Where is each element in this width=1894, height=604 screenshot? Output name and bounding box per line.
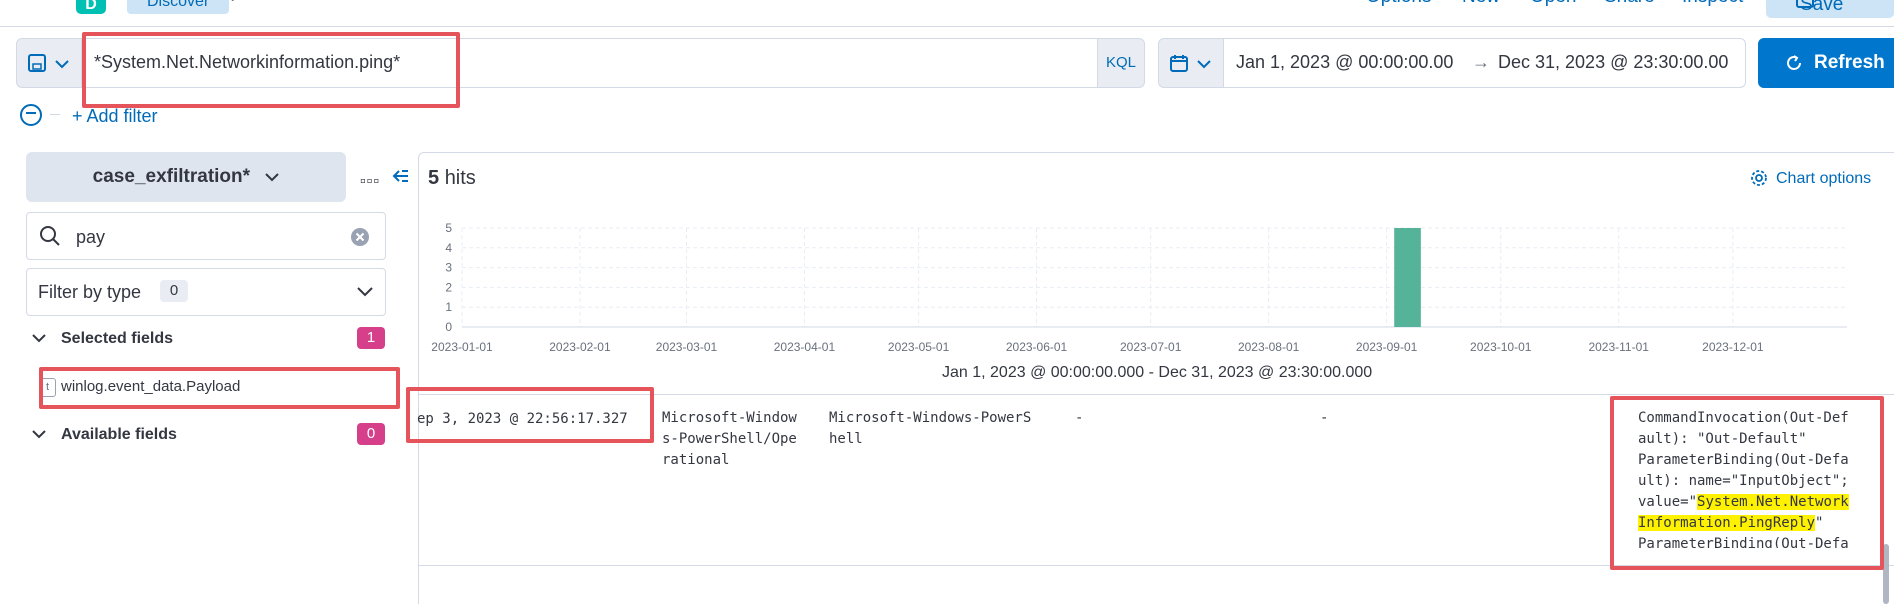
selected-fields-title[interactable]: Selected fields — [61, 330, 173, 348]
y-tick-label: 4 — [445, 241, 452, 255]
x-tick-label: 2023-02-01 — [549, 340, 611, 354]
x-tick-label: 2023-05-01 — [888, 340, 950, 354]
doc-column-provider: Microsoft-Windows-PowerS hell — [829, 408, 1031, 450]
doc-column-channel: Microsoft-Window s-PowerShell/Ope ration… — [662, 408, 797, 471]
date-quick-menu-button[interactable] — [1158, 38, 1224, 88]
y-tick-label: 5 — [445, 221, 452, 235]
save-button[interactable]: Save — [1766, 0, 1894, 18]
doc-provider-line: hell — [829, 431, 863, 447]
refresh-icon — [1787, 55, 1801, 70]
doc-channel-line: rational — [662, 452, 730, 468]
y-tick-label: 2 — [445, 280, 452, 294]
doc-channel-line: s-PowerShell/Ope — [662, 431, 797, 447]
calendar-icon — [1170, 55, 1188, 72]
selected-fields-count: 1 — [357, 327, 385, 349]
open-link[interactable]: Open — [1530, 0, 1576, 8]
add-filter-link[interactable]: + Add filter — [72, 106, 158, 127]
chart-time-range: Jan 1, 2023 @ 00:00:00.000 - Dec 31, 202… — [942, 364, 1373, 381]
chevron-down-icon[interactable] — [357, 286, 373, 298]
field-search-value[interactable]: pay — [76, 227, 105, 248]
x-tick-label: 2023-12-01 — [1702, 340, 1764, 354]
x-tick-label: 2023-07-01 — [1120, 340, 1182, 354]
y-tick-label: 0 — [445, 320, 452, 334]
filter-divider — [50, 114, 60, 115]
options-link[interactable]: Options — [1366, 0, 1431, 8]
chevron-down-icon — [55, 60, 69, 69]
filter-menu-icon-line — [26, 112, 36, 114]
annotation-highlight-box — [39, 367, 400, 409]
index-pattern-selector[interactable]: case_exfiltration* — [26, 152, 346, 202]
doc-column-empty: - — [1075, 410, 1084, 426]
refresh-button[interactable]: Refresh — [1758, 38, 1894, 88]
app-breadcrumb[interactable]: Discover — [127, 0, 230, 14]
available-fields-count: 0 — [357, 423, 385, 445]
chevron-down-icon[interactable] — [32, 429, 46, 439]
collapse-sidebar-icon[interactable] — [392, 167, 410, 185]
y-tick-label: 1 — [445, 300, 452, 314]
annotation-highlight-box — [82, 32, 460, 108]
saved-query-button[interactable] — [16, 38, 82, 88]
share-link[interactable]: Share — [1604, 0, 1655, 8]
doc-channel-line: Microsoft-Window — [662, 410, 797, 426]
new-link[interactable]: New — [1462, 0, 1500, 8]
arrow-right-icon: → — [1472, 52, 1490, 72]
x-tick-label: 2023-09-01 — [1356, 340, 1418, 354]
hits-count: 5 — [428, 167, 440, 189]
chevron-down-icon — [265, 173, 280, 182]
index-pattern-name: case_exfiltration* — [92, 166, 251, 187]
histogram-bar[interactable] — [1394, 228, 1421, 327]
inspect-link[interactable]: Inspect — [1682, 0, 1743, 8]
filter-by-type-count: 0 — [160, 280, 188, 302]
available-fields-title[interactable]: Available fields — [61, 426, 177, 444]
x-tick-label: 2023-10-01 — [1470, 340, 1532, 354]
hits-label: hits — [444, 167, 476, 189]
chart-options-button[interactable]: Chart options — [1776, 170, 1871, 188]
save-icon — [1796, 0, 1814, 8]
filter-by-type-label: Filter by type — [38, 282, 142, 302]
x-tick-label: 2023-01-01 — [431, 340, 493, 354]
gear-icon[interactable] — [1750, 169, 1768, 187]
date-end[interactable]: Dec 31, 2023 @ 23:30:00.00 — [1498, 52, 1728, 73]
doc-provider-line: Microsoft-Windows-PowerS — [829, 410, 1032, 426]
histogram-chart[interactable]: 0 1 2 3 4 5 2023-01-01 2023-02-01 2023-03-01 2023… — [420, 220, 1880, 360]
x-tick-label: 2023-11-01 — [1588, 340, 1649, 354]
menu-icon[interactable] — [30, 0, 52, 4]
chevron-down-icon[interactable]: ⌄ — [226, 0, 239, 6]
x-tick-label: 2023-06-01 — [1006, 340, 1068, 354]
chevron-down-icon[interactable] — [32, 333, 46, 343]
date-start[interactable]: Jan 1, 2023 @ 00:00:00.00 — [1236, 52, 1453, 73]
search-icon — [40, 226, 60, 246]
x-tick-label: 2023-08-01 — [1238, 340, 1300, 354]
doc-column-empty: - — [1320, 410, 1329, 426]
x-tick-label: 2023-03-01 — [656, 340, 718, 354]
save-icon — [28, 54, 46, 72]
y-tick-label: 3 — [445, 261, 452, 275]
app-logo-badge[interactable]: D — [76, 0, 106, 14]
filter-menu-icon[interactable] — [20, 104, 42, 126]
kql-language-button[interactable]: KQL — [1097, 38, 1145, 88]
chevron-down-icon — [1197, 60, 1211, 69]
hits-counter: 5 hits — [428, 167, 476, 190]
clear-search-icon[interactable] — [350, 227, 370, 247]
annotation-highlight-box — [406, 387, 654, 443]
more-options-icon[interactable]: ▫▫▫ — [360, 173, 380, 191]
x-tick-label: 2023-04-01 — [774, 340, 836, 354]
annotation-highlight-box — [1610, 396, 1884, 570]
